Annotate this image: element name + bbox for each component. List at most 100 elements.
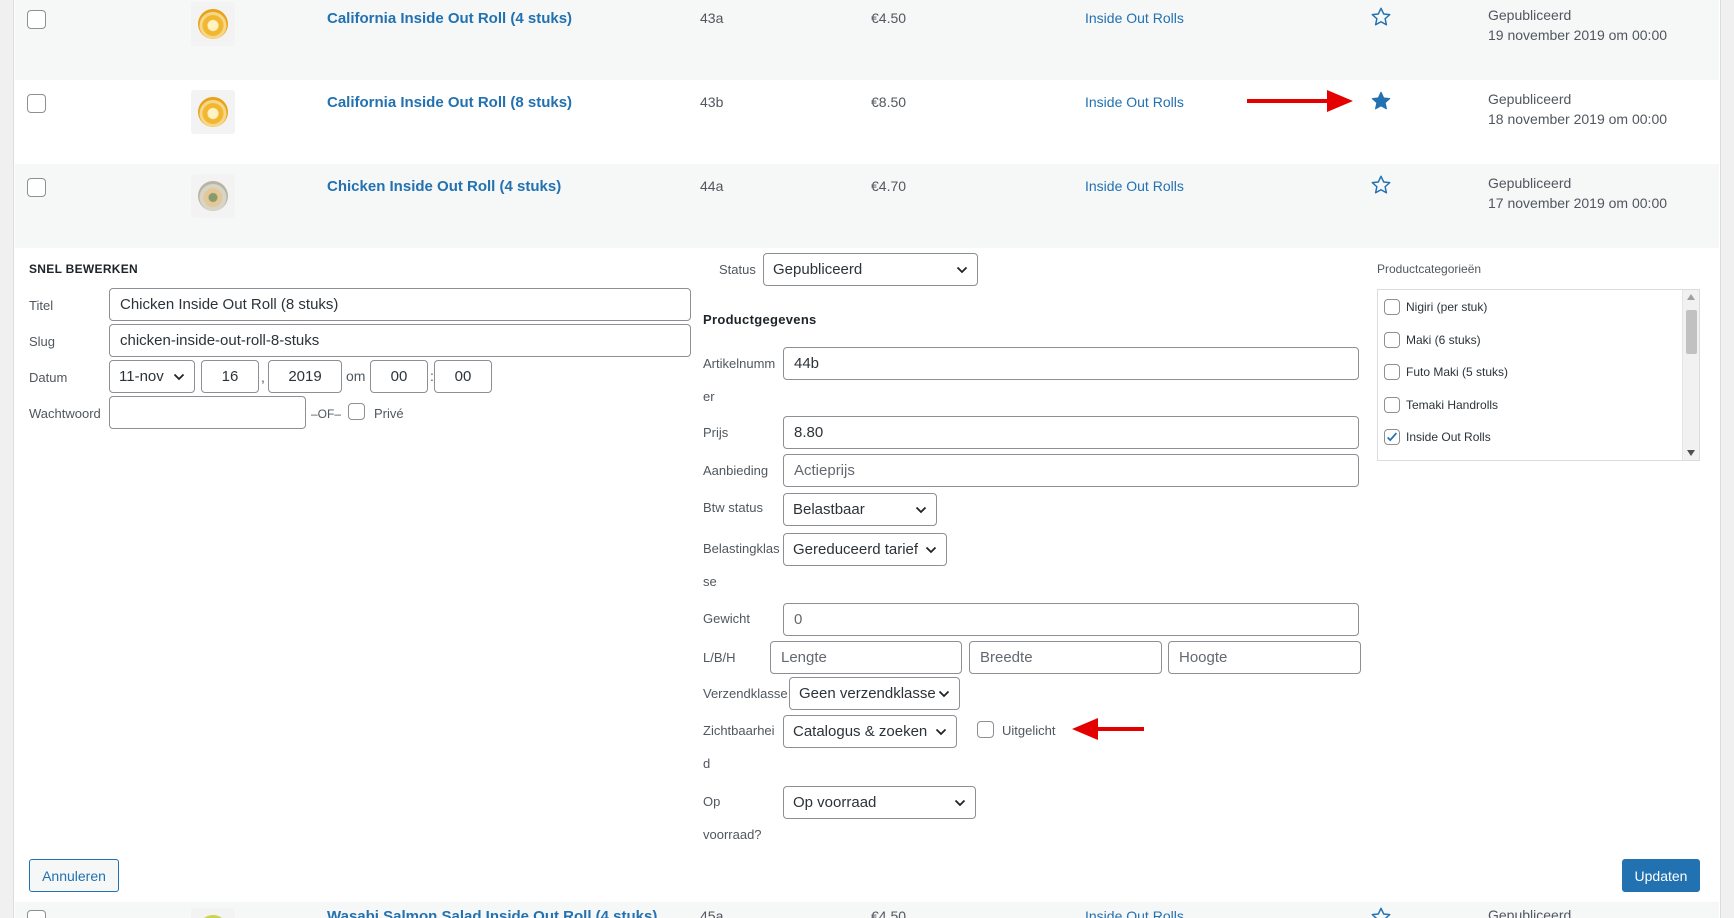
product-category-link[interactable]: Inside Out Rolls	[1085, 908, 1184, 918]
star-outline-icon[interactable]	[1370, 6, 1392, 28]
tax-class-label-wrap: se	[703, 574, 717, 589]
product-name-link[interactable]: Wasabi Salmon Salad Inside Out Roll (4 s…	[327, 908, 657, 918]
category-label: Temaki Handrolls	[1406, 398, 1499, 412]
table-row: Wasabi Salmon Salad Inside Out Roll (4 s…	[15, 902, 1719, 918]
visibility-select[interactable]: Catalogus & zoeken	[783, 715, 957, 748]
product-price: €4.50	[871, 908, 907, 918]
scroll-down-icon	[1687, 450, 1695, 456]
product-sku: 44a	[700, 178, 724, 194]
stock-status-value: Op voorraad	[793, 794, 877, 811]
private-checkbox[interactable]	[348, 403, 365, 420]
title-input[interactable]: Chicken Inside Out Roll (8 stuks)	[109, 288, 691, 321]
product-price: €8.50	[871, 94, 907, 110]
product-thumbnail[interactable]	[191, 90, 235, 134]
password-input[interactable]	[109, 396, 306, 429]
product-price: €4.50	[871, 10, 907, 26]
price-input[interactable]: 8.80	[783, 416, 1359, 449]
product-price: €4.70	[871, 178, 907, 194]
date-at-label: om	[346, 368, 366, 384]
row-checkbox[interactable]	[27, 10, 46, 29]
scrollbar-thumb[interactable]	[1686, 310, 1697, 354]
categories-scrollbar[interactable]	[1682, 290, 1699, 460]
product-name-link[interactable]: California Inside Out Roll (4 stuks)	[327, 10, 572, 27]
shipping-class-select[interactable]: Geen verzendklasse	[789, 677, 960, 710]
category-label: Nigiri (per stuk)	[1406, 300, 1488, 314]
status-label: Status	[719, 262, 756, 277]
weight-input[interactable]: 0	[783, 603, 1359, 636]
width-input[interactable]: Breedte	[969, 641, 1162, 674]
product-thumbnail[interactable]	[191, 174, 235, 218]
date-minute-input[interactable]: 00	[434, 360, 492, 393]
table-row: California Inside Out Roll (8 stuks) 43b…	[15, 80, 1719, 164]
category-checkbox[interactable]	[1384, 429, 1400, 445]
sku-label-wrap: er	[703, 389, 715, 404]
product-name-link[interactable]: California Inside Out Roll (8 stuks)	[327, 94, 572, 111]
date-separator: ,	[261, 369, 265, 385]
row-checkbox[interactable]	[27, 910, 46, 918]
featured-checkbox[interactable]	[977, 721, 994, 738]
date-month-value: 11-nov	[119, 368, 164, 385]
product-sku: 45a	[700, 908, 724, 918]
product-status: Gepubliceerd	[1488, 175, 1572, 191]
stock-status-label-wrap: voorraad?	[703, 827, 762, 842]
category-item[interactable]: Futo Maki (5 stuks)	[1384, 361, 1508, 383]
length-input[interactable]: Lengte	[770, 641, 962, 674]
title-label: Titel	[29, 298, 54, 313]
star-outline-icon[interactable]	[1370, 174, 1392, 196]
product-status: Gepubliceerd	[1488, 907, 1572, 918]
dimensions-label: L/B/H	[703, 650, 736, 665]
row-checkbox[interactable]	[27, 178, 46, 197]
visibility-label-wrap: d	[703, 756, 711, 771]
or-separator: –OF–	[311, 407, 342, 421]
product-name-link[interactable]: Chicken Inside Out Roll (4 stuks)	[327, 178, 561, 195]
category-item[interactable]: Nigiri (per stuk)	[1384, 296, 1487, 318]
chevron-down-icon	[915, 506, 927, 514]
tax-status-select[interactable]: Belastbaar	[783, 493, 937, 526]
tax-class-label: Belastingklas	[703, 541, 780, 556]
categories-checklist[interactable]: Nigiri (per stuk) Maki (6 stuks) Futo Ma…	[1377, 289, 1700, 461]
checkmark-icon	[1387, 432, 1398, 442]
shipping-class-value: Geen verzendklasse	[799, 685, 936, 702]
date-year-input[interactable]: 2019	[268, 360, 342, 393]
tax-class-select[interactable]: Gereduceerd tarief	[783, 533, 947, 566]
star-outline-icon[interactable]	[1370, 906, 1392, 918]
product-category-link[interactable]: Inside Out Rolls	[1085, 178, 1184, 194]
scroll-up-icon	[1687, 294, 1695, 300]
date-label: Datum	[29, 370, 68, 385]
category-checkbox[interactable]	[1384, 299, 1400, 315]
cancel-button[interactable]: Annuleren	[29, 859, 119, 892]
category-checkbox[interactable]	[1384, 332, 1400, 348]
sku-input[interactable]: 44b	[783, 347, 1359, 380]
status-select[interactable]: Gepubliceerd	[763, 253, 978, 286]
category-checkbox[interactable]	[1384, 364, 1400, 380]
date-day-input[interactable]: 16	[201, 360, 259, 393]
row-checkbox[interactable]	[27, 94, 46, 113]
star-filled-icon[interactable]	[1370, 90, 1392, 112]
password-label: Wachtwoord	[29, 406, 101, 421]
category-item[interactable]: Maki (6 stuks)	[1384, 329, 1481, 351]
category-item[interactable]: Inside Out Rolls	[1384, 426, 1491, 448]
sku-label: Artikelnumm	[703, 356, 776, 371]
weight-label: Gewicht	[703, 611, 750, 626]
product-thumbnail[interactable]	[191, 908, 235, 918]
chevron-down-icon	[956, 266, 968, 274]
product-status: Gepubliceerd	[1488, 7, 1572, 23]
product-thumbnail[interactable]	[191, 2, 235, 46]
update-button[interactable]: Updaten	[1622, 859, 1700, 892]
sale-price-input[interactable]: Actieprijs	[783, 454, 1359, 487]
date-month-select[interactable]: 11-nov	[109, 360, 195, 393]
category-checkbox[interactable]	[1384, 397, 1400, 413]
slug-label: Slug	[29, 334, 56, 349]
price-label: Prijs	[703, 425, 729, 440]
height-input[interactable]: Hoogte	[1168, 641, 1361, 674]
chevron-down-icon	[173, 373, 185, 381]
product-category-link[interactable]: Inside Out Rolls	[1085, 10, 1184, 26]
product-category-link[interactable]: Inside Out Rolls	[1085, 94, 1184, 110]
annotation-arrow-icon	[1245, 88, 1355, 114]
date-hour-input[interactable]: 00	[370, 360, 428, 393]
stock-status-select[interactable]: Op voorraad	[783, 786, 976, 819]
slug-input[interactable]: chicken-inside-out-roll-8-stuks	[109, 324, 691, 357]
category-label: Inside Out Rolls	[1406, 430, 1491, 444]
category-item[interactable]: Temaki Handrolls	[1384, 394, 1498, 416]
stock-status-label: Op	[703, 794, 721, 809]
